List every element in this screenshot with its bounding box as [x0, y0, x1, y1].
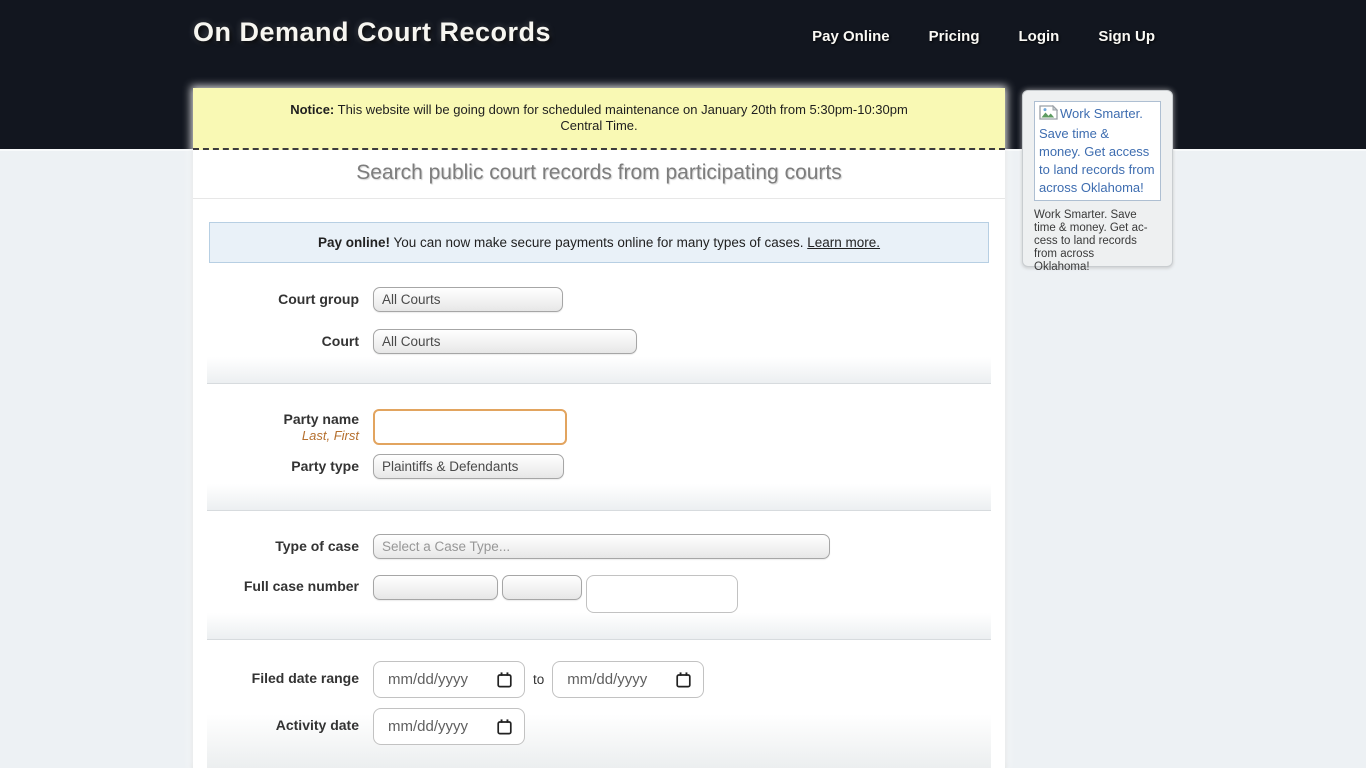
calendar-icon[interactable]	[497, 718, 512, 735]
content-panel: Notice: This website will be going down …	[193, 88, 1005, 768]
case-number-input-1[interactable]	[373, 575, 498, 600]
case-number-label: Full case number	[243, 578, 359, 594]
filed-date-to-field	[552, 661, 705, 698]
party-name-input[interactable]	[373, 409, 567, 445]
ad-caption: Work Smarter. Save time & money. Get ac-…	[1034, 209, 1148, 273]
ad-card: Work Smarter. Save time & money. Get acc…	[1022, 90, 1173, 273]
court-label: Court	[321, 333, 359, 349]
page-title: Search public court records from partici…	[193, 150, 1005, 199]
broken-image-icon	[1039, 104, 1059, 125]
case-type-select[interactable]: Select a Case Type...	[373, 534, 830, 559]
maintenance-notice: Notice: This website will be going down …	[193, 88, 1005, 150]
date-range-separator: to	[533, 672, 545, 687]
ad-image-link[interactable]: Work Smarter. Save time & money. Get acc…	[1034, 101, 1161, 201]
calendar-icon[interactable]	[676, 671, 691, 688]
nav-link-pay-online[interactable]: Pay Online	[812, 28, 890, 45]
site-logo[interactable]: On Demand Court Records	[193, 17, 551, 48]
learn-more-link[interactable]: Learn more.	[807, 235, 880, 250]
notice-label: Notice:	[290, 102, 335, 117]
case-number-input-3[interactable]	[586, 575, 738, 613]
party-name-hint: Last, First	[301, 428, 359, 443]
nav-link-sign-up[interactable]: Sign Up	[1098, 28, 1155, 45]
court-group-label: Court group	[278, 291, 359, 307]
filed-date-from-input[interactable]	[388, 671, 497, 688]
case-type-label: Type of case	[275, 538, 359, 554]
pay-online-banner: Pay online! You can now make secure paym…	[209, 222, 989, 263]
court-group-select[interactable]: All Courts	[373, 287, 563, 312]
party-type-label: Party type	[291, 458, 359, 474]
pay-banner-label: Pay online!	[317, 235, 390, 250]
activity-date-input[interactable]	[388, 718, 497, 735]
filed-date-to-input[interactable]	[567, 671, 677, 688]
nav-link-login[interactable]: Login	[1019, 28, 1060, 45]
pay-banner-text: You can now make secure payments online …	[393, 235, 804, 250]
section-case: Type of case Select a Case Type... Full …	[207, 511, 991, 640]
activity-date-label: Activity date	[275, 717, 359, 733]
case-number-input-2[interactable]	[502, 575, 582, 600]
section-party: Party name Last, First Party type Plaint…	[207, 384, 991, 511]
top-nav: Pay Online Pricing Login Sign Up	[812, 28, 1155, 45]
filed-date-from-field	[373, 661, 525, 698]
notice-text: This website will be going down for sche…	[337, 102, 908, 133]
calendar-icon[interactable]	[497, 671, 512, 688]
party-type-select[interactable]: Plaintiffs & Defendants	[373, 454, 564, 479]
party-name-label: Party name Last, First	[207, 409, 373, 443]
court-select[interactable]: All Courts	[373, 329, 637, 354]
filed-date-range-label: Filed date range	[251, 670, 359, 686]
nav-link-pricing[interactable]: Pricing	[929, 28, 980, 45]
section-court: Pay online! You can now make secure paym…	[207, 222, 991, 384]
section-dates: Filed date range to	[207, 640, 991, 768]
activity-date-field	[373, 708, 525, 745]
